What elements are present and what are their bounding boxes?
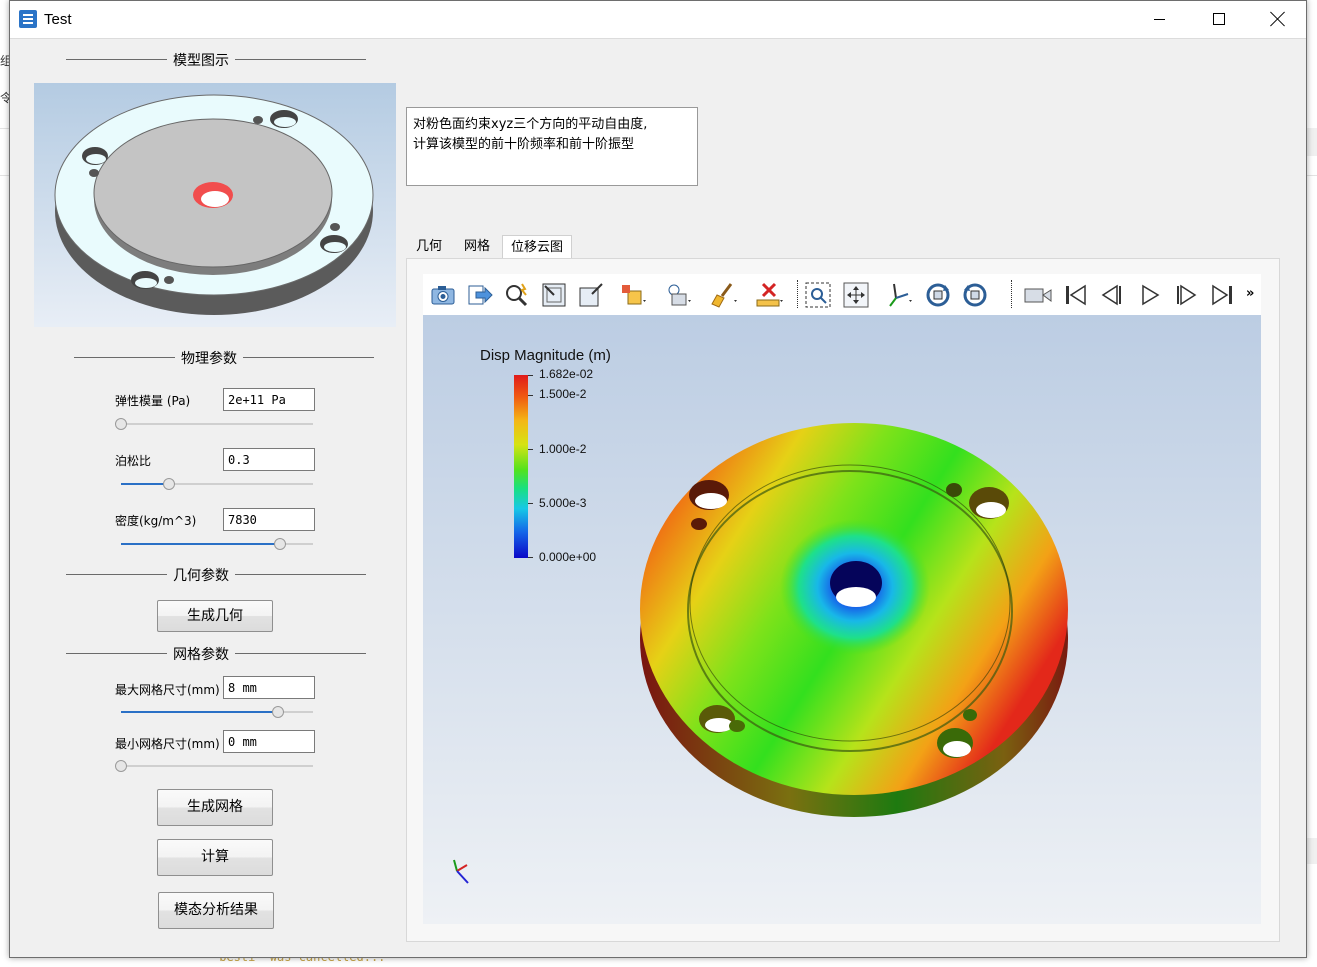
physics-group-title: 物理参数	[175, 348, 243, 368]
displacement-contour-model	[640, 423, 1068, 817]
description-line-1: 对粉色面约束xyz三个方向的平动自由度,	[413, 117, 648, 132]
pan-icon[interactable]	[841, 280, 871, 310]
tab-geometry[interactable]: 几何	[412, 235, 446, 259]
model-group-header: 模型图示	[66, 50, 366, 70]
min-mesh-size-input[interactable]: 0 mm	[223, 730, 315, 753]
orientation-axes-icon	[453, 859, 469, 884]
next-frame-icon[interactable]	[1171, 280, 1201, 310]
max-mesh-size-input[interactable]: 8 mm	[223, 676, 315, 699]
close-button[interactable]	[1248, 1, 1306, 38]
video-icon[interactable]	[1023, 280, 1053, 310]
background-scroll-b	[1306, 838, 1317, 864]
compute-button[interactable]: 计算	[157, 839, 273, 876]
camera-icon[interactable]	[428, 280, 458, 310]
toolbar-separator	[797, 280, 798, 308]
slider-handle[interactable]	[163, 478, 175, 490]
slider-handle[interactable]	[115, 418, 127, 430]
min-mesh-size-label: 最小网格尺寸(mm)	[115, 737, 220, 751]
poisson-ratio-label: 泊松比	[115, 454, 152, 468]
render-viewport[interactable]: Disp Magnitude (m) 1.682e-02 1.500e-2 1.…	[423, 315, 1261, 924]
remove-icon[interactable]	[754, 280, 784, 310]
title-bar: Test	[10, 1, 1306, 39]
last-frame-icon[interactable]	[1208, 280, 1238, 310]
dialog-window: Test 模型图示 物理参数 弹性模量 (Pa) 2e+11 Pa 泊松比 0.…	[9, 0, 1307, 958]
description-line-2: 计算该模型的前十阶频率和前十阶振型	[413, 137, 635, 152]
density-label: 密度(kg/m^3)	[115, 514, 197, 528]
play-icon[interactable]	[1134, 280, 1164, 310]
geometry-group-header: 几何参数	[66, 565, 366, 585]
minimize-icon	[1154, 19, 1165, 20]
poisson-ratio-input[interactable]: 0.3	[223, 448, 315, 471]
toolbar-overflow-button[interactable]: »	[1246, 286, 1254, 301]
reset-view-icon[interactable]	[539, 280, 569, 310]
first-frame-icon[interactable]	[1060, 280, 1090, 310]
magnify-icon[interactable]	[502, 280, 532, 310]
view-box-icon[interactable]	[576, 280, 606, 310]
mesh-group-title: 网格参数	[167, 644, 235, 664]
export-icon[interactable]	[465, 280, 495, 310]
model-preview-image	[34, 83, 396, 327]
youngs-modulus-label: 弹性模量 (Pa)	[115, 394, 191, 408]
paint-icon[interactable]	[709, 280, 739, 310]
zoom-box-icon[interactable]	[803, 280, 833, 310]
close-icon	[1270, 11, 1286, 27]
slider-handle[interactable]	[274, 538, 287, 550]
generate-mesh-button[interactable]: 生成网格	[157, 789, 273, 826]
slider-handle[interactable]	[115, 760, 127, 772]
problem-description: 对粉色面约束xyz三个方向的平动自由度, 计算该模型的前十阶频率和前十阶振型	[406, 107, 698, 186]
minimize-button[interactable]	[1130, 1, 1188, 38]
mesh-group-header: 网格参数	[66, 644, 366, 664]
max-mesh-size-label: 最大网格尺寸(mm)	[115, 683, 220, 697]
light-icon[interactable]	[663, 280, 693, 310]
max-mesh-size-slider[interactable]	[121, 706, 313, 718]
tab-displacement[interactable]: 位移云图	[502, 235, 572, 259]
rotate-ccw-icon[interactable]	[960, 280, 990, 310]
background-scroll-a	[1306, 128, 1317, 156]
density-slider[interactable]	[121, 538, 313, 550]
app-icon	[19, 10, 37, 28]
geometry-group-title: 几何参数	[167, 565, 235, 585]
viewer-toolbar: »	[423, 274, 1261, 315]
rotate-cw-icon[interactable]	[923, 280, 953, 310]
physics-group-header: 物理参数	[74, 348, 374, 368]
density-input[interactable]: 7830	[223, 508, 315, 531]
model-group-title: 模型图示	[167, 50, 235, 70]
poisson-ratio-slider[interactable]	[121, 478, 313, 490]
toolbar-separator	[1011, 280, 1012, 308]
prev-frame-icon[interactable]	[1097, 280, 1127, 310]
object-icon[interactable]	[619, 280, 649, 310]
axes-icon[interactable]	[884, 280, 914, 310]
maximize-button[interactable]	[1189, 1, 1247, 38]
modal-results-button[interactable]: 模态分析结果	[158, 892, 274, 929]
maximize-icon	[1213, 13, 1225, 25]
youngs-modulus-input[interactable]: 2e+11 Pa	[223, 388, 315, 411]
min-mesh-size-slider[interactable]	[115, 760, 313, 772]
youngs-modulus-slider[interactable]	[115, 418, 313, 430]
slider-handle[interactable]	[272, 706, 285, 718]
tab-mesh[interactable]: 网格	[458, 235, 496, 259]
window-title: Test	[44, 11, 72, 28]
generate-geometry-button[interactable]: 生成几何	[157, 600, 273, 632]
